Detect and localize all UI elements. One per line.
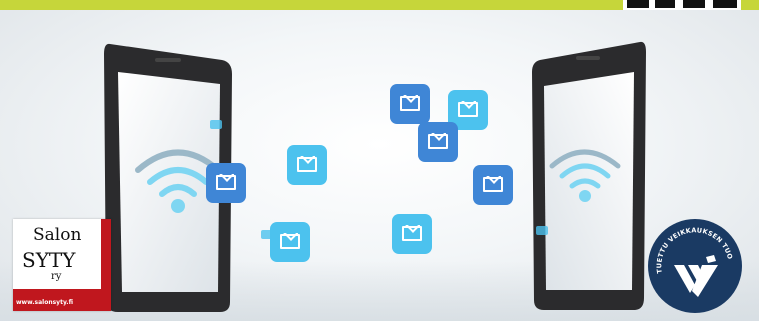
envelope-icon (536, 226, 548, 235)
envelope-icon (261, 230, 273, 239)
envelope-icon (210, 120, 222, 129)
veikkaus-v-icon (674, 255, 718, 297)
top-right-logo (623, 0, 741, 10)
salon-logo-url: www.salonsyty.fi (16, 299, 74, 306)
veikkaus-badge: TUETTU VEIKKAUKSEN TUOTOILLA (648, 219, 742, 313)
salon-logo-line3: ry (51, 271, 62, 282)
envelope-icon (287, 145, 327, 185)
envelope-icon (473, 165, 513, 205)
salon-syty-logo: Salon SYTY ry www.salonsyty.fi (13, 219, 111, 311)
envelope-icon (270, 222, 310, 262)
top-accent-bar (0, 0, 759, 10)
envelope-icon (206, 163, 246, 203)
salon-logo-line1: Salon (33, 225, 82, 245)
scene: Salon SYTY ry www.salonsyty.fi TUETTU VE… (0, 0, 759, 321)
envelope-icon (392, 214, 432, 254)
right-phone (530, 38, 650, 313)
envelope-icon (418, 122, 458, 162)
envelope-icon (390, 84, 430, 124)
salon-logo-line2: SYTY (22, 248, 76, 272)
